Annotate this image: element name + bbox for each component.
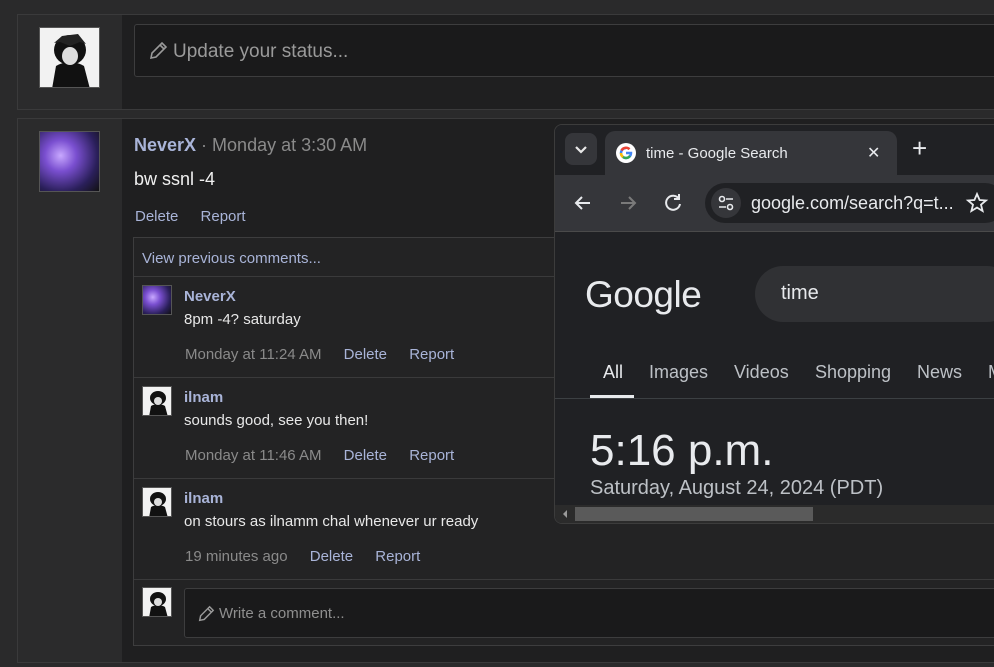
tab-title: time - Google Search <box>646 145 788 162</box>
comment-delete-link[interactable]: Delete <box>344 447 387 464</box>
comment-delete-link[interactable]: Delete <box>344 346 387 363</box>
avatar-image <box>143 588 171 616</box>
tab-more[interactable]: M <box>988 362 994 383</box>
post-actions: Delete Report <box>135 208 246 225</box>
status-panel: Update your status... <box>17 14 994 110</box>
result-time: 5:16 p.m. <box>590 426 774 475</box>
comment-time[interactable]: Monday at 11:24 AM <box>185 346 321 363</box>
status-placeholder: Update your status... <box>173 41 349 62</box>
browser-tab[interactable]: time - Google Search ✕ <box>605 131 897 175</box>
post-author[interactable]: NeverX <box>134 135 196 155</box>
pencil-icon <box>198 605 215 622</box>
comment-actions: Monday at 11:24 AM Delete Report <box>185 346 454 363</box>
chevron-down-icon <box>575 146 587 154</box>
bookmark-star-icon[interactable] <box>965 191 989 215</box>
write-comment-row: Write a comment... <box>134 579 994 648</box>
tune-icon <box>718 195 734 211</box>
avatar[interactable] <box>39 27 100 88</box>
comment-time[interactable]: 19 minutes ago <box>185 548 288 565</box>
comment-avatar[interactable] <box>142 285 172 315</box>
comment-actions: 19 minutes ago Delete Report <box>185 548 420 565</box>
tab-search-button[interactable] <box>565 133 597 165</box>
comment-author[interactable]: ilnam <box>184 389 223 406</box>
comment-report-link[interactable]: Report <box>409 346 454 363</box>
write-comment-input[interactable]: Write a comment... <box>184 588 994 638</box>
scrollbar-thumb[interactable] <box>575 507 813 521</box>
comment-actions: Monday at 11:46 AM Delete Report <box>185 447 454 464</box>
post-delete-link[interactable]: Delete <box>135 208 178 225</box>
pencil-icon <box>149 41 168 60</box>
back-arrow-icon[interactable] <box>571 191 595 215</box>
site-settings-icon[interactable] <box>711 188 741 218</box>
browser-window: time - Google Search ✕ + google.com/sear… <box>554 124 994 524</box>
comment-delete-link[interactable]: Delete <box>310 548 353 565</box>
post-time[interactable]: Monday at 3:30 AM <box>212 135 367 155</box>
address-bar[interactable]: google.com/search?q=t... <box>705 183 994 223</box>
comment-author[interactable]: ilnam <box>184 490 223 507</box>
comment-time[interactable]: Monday at 11:46 AM <box>185 447 321 464</box>
view-previous-comments[interactable]: View previous comments... <box>142 250 321 267</box>
comment-report-link[interactable]: Report <box>409 447 454 464</box>
avatar-column <box>18 119 122 662</box>
browser-toolbar: google.com/search?q=t... <box>555 175 994 232</box>
tab-bar: time - Google Search ✕ + <box>555 125 994 175</box>
tab-shopping[interactable]: Shopping <box>815 362 891 383</box>
comment-author[interactable]: NeverX <box>184 288 236 305</box>
google-logo[interactable]: Google <box>585 274 702 316</box>
post-report-link[interactable]: Report <box>201 208 246 225</box>
search-query: time <box>781 282 819 304</box>
comment-avatar[interactable] <box>142 487 172 517</box>
comment-avatar[interactable] <box>142 386 172 416</box>
tab-videos[interactable]: Videos <box>734 362 789 383</box>
horizontal-scrollbar[interactable] <box>555 505 994 523</box>
status-input[interactable]: Update your status... <box>134 24 994 77</box>
close-tab-icon[interactable]: ✕ <box>867 143 880 163</box>
avatar-image <box>40 28 99 87</box>
tabs-divider <box>555 398 994 399</box>
post-author-avatar[interactable] <box>39 131 100 192</box>
comment-text: on stours as ilnamm chal whenever ur rea… <box>184 513 479 530</box>
reload-icon[interactable] <box>661 191 685 215</box>
post-text: bw ssnl -4 <box>134 169 216 189</box>
new-tab-button[interactable]: + <box>912 133 927 164</box>
avatar-image <box>143 387 171 415</box>
tab-all[interactable]: All <box>603 362 623 383</box>
my-avatar[interactable] <box>142 587 172 617</box>
avatar-image <box>143 488 171 516</box>
post-header: NeverX · Monday at 3:30 AM <box>134 135 367 156</box>
tab-news[interactable]: News <box>917 362 962 383</box>
tab-images[interactable]: Images <box>649 362 708 383</box>
search-input[interactable]: time <box>755 266 994 322</box>
comment-text: sounds good, see you then! <box>184 412 369 429</box>
forward-arrow-icon[interactable] <box>616 191 640 215</box>
comment-text: 8pm -4? saturday <box>184 311 301 328</box>
search-results-page: Google time All Images Videos Shopping N… <box>555 232 994 523</box>
separator: · <box>196 135 213 155</box>
result-date: Saturday, August 24, 2024 (PDT) <box>590 477 884 499</box>
url-text[interactable]: google.com/search?q=t... <box>751 193 954 214</box>
comment-report-link[interactable]: Report <box>375 548 420 565</box>
google-favicon <box>616 143 636 163</box>
write-comment-placeholder: Write a comment... <box>219 605 345 622</box>
scroll-left-icon[interactable] <box>559 505 571 523</box>
